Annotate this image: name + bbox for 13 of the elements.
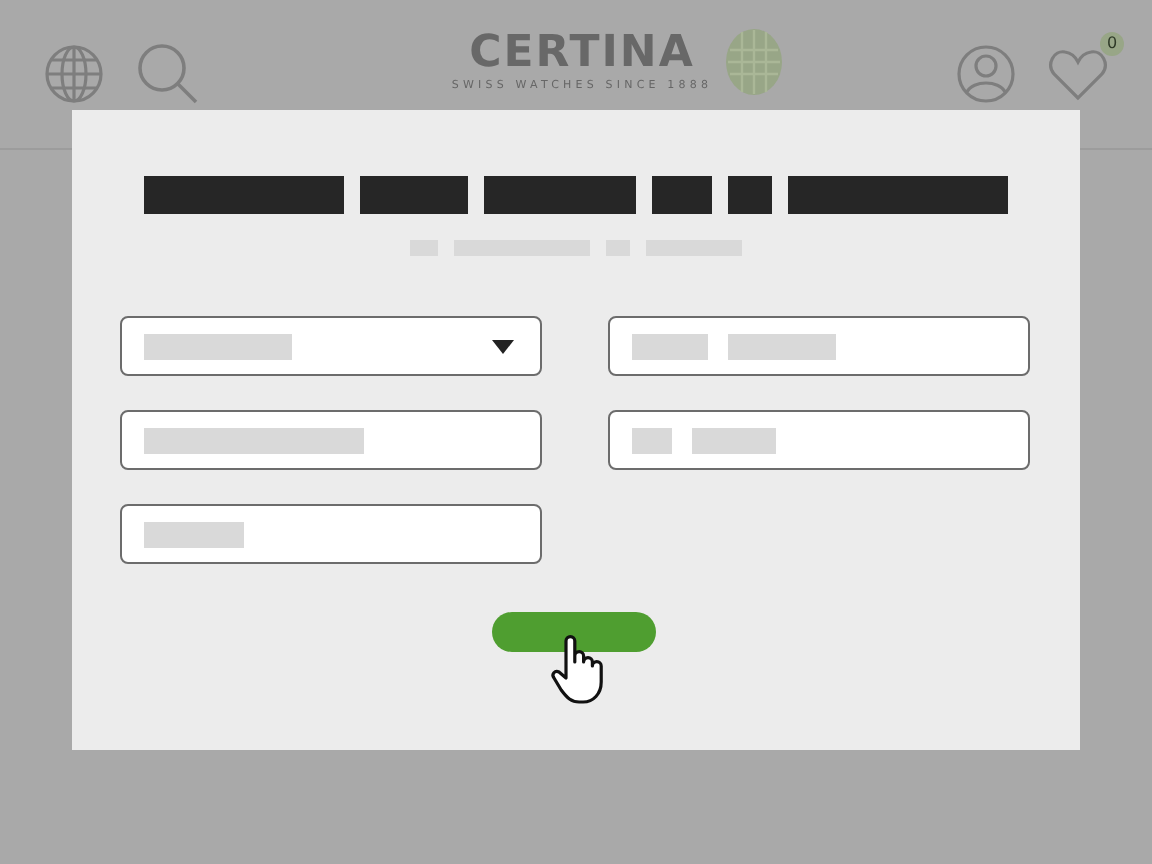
dropdown-field[interactable] (120, 316, 542, 376)
redacted-title (652, 176, 712, 214)
input-field[interactable] (608, 410, 1030, 470)
input-field[interactable] (608, 316, 1030, 376)
hand-cursor-icon (548, 634, 608, 706)
count-badge: 0 (1099, 32, 1124, 56)
input-field[interactable] (120, 504, 542, 564)
input-field[interactable] (120, 410, 542, 470)
redacted-title (360, 176, 468, 214)
submit-button[interactable] (492, 612, 656, 652)
logo-wordmark[interactable]: CERTINA (469, 30, 695, 78)
dropdown-caret-icon (492, 340, 514, 354)
redacted-title (728, 176, 772, 214)
